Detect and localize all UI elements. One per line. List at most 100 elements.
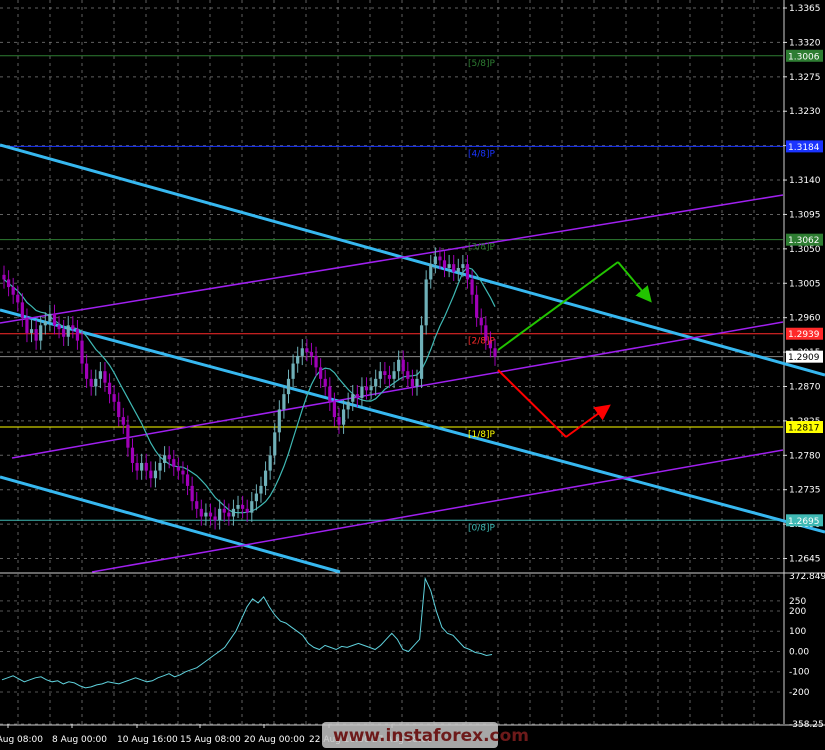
candle-body (309, 352, 314, 356)
candle-body (319, 367, 323, 379)
candle-body (415, 378, 419, 387)
price-tick-label: 1.2645 (789, 555, 821, 565)
candle-body (323, 378, 327, 387)
murrey-label: [5/8]P (468, 59, 496, 69)
candle-body (429, 264, 433, 280)
candle-body (245, 508, 249, 513)
candle-body (259, 485, 263, 494)
candle-body (241, 505, 245, 509)
cci-tick-label: -100 (789, 668, 810, 678)
murrey-label: [0/8]P (468, 523, 496, 533)
candle-body (452, 264, 456, 272)
candle-body (433, 256, 437, 265)
murrey-label: [3/8]P (468, 243, 496, 253)
candle-body (117, 401, 121, 418)
price-marker-label: 1.3184 (788, 143, 820, 153)
candle-body (456, 267, 460, 272)
candle-body (286, 378, 291, 395)
candle-body (222, 508, 226, 513)
cci-tick-label: 0.00 (789, 647, 809, 657)
candle-body (273, 432, 277, 456)
candle-body (103, 371, 107, 383)
time-tick-label: 15 Aug 08:00 (180, 735, 241, 745)
candle-body (112, 394, 116, 402)
candle-body (135, 462, 139, 471)
candle-body (2, 274, 6, 280)
candle-body (20, 302, 24, 318)
candle-body (360, 386, 364, 398)
candle-body (199, 508, 203, 517)
candle-body (80, 340, 84, 364)
candle-body (447, 264, 451, 268)
candle-body (163, 455, 167, 463)
candle-body (140, 462, 144, 471)
candle-body (144, 462, 148, 471)
candle-body (153, 470, 158, 479)
price-tick-label: 1.3050 (789, 245, 821, 255)
candle-body (71, 325, 75, 330)
price-marker-label: 1.2909 (788, 353, 820, 363)
candle-body (475, 294, 479, 318)
candle-body (98, 371, 102, 379)
candle-body (195, 501, 199, 509)
price-tick-label: 1.3140 (789, 176, 821, 186)
price-marker-label: 1.2695 (788, 517, 820, 527)
price-tick-label: 1.2735 (789, 486, 821, 496)
cci-tick-label: 200 (789, 607, 806, 617)
candle-body (410, 378, 415, 387)
candle-body (406, 371, 410, 379)
price-tick-label: 1.3275 (789, 73, 821, 83)
candle-body (374, 378, 378, 387)
candle-body (94, 378, 98, 387)
cci-tick-label: 100 (789, 627, 806, 637)
time-tick-label: 10 Aug 16:00 (117, 735, 178, 745)
candle-body (479, 317, 483, 326)
candle-body (167, 455, 171, 460)
cci-tick-label: -200 (789, 688, 810, 698)
candle-body (493, 348, 497, 357)
candle-body (337, 417, 341, 425)
candle-body (204, 512, 208, 517)
candle-body (346, 401, 350, 410)
candle-body (328, 386, 332, 402)
candle-body (149, 470, 153, 479)
candle-body (305, 348, 309, 353)
candle-body (66, 325, 70, 337)
candle-body (401, 359, 405, 372)
candle-body (442, 260, 447, 268)
candle-body (369, 386, 373, 391)
candle-body (263, 470, 268, 486)
murrey-label: [1/8]P (468, 430, 496, 440)
candle-body (364, 386, 369, 391)
candle-body (231, 508, 236, 517)
time-tick-label: 8 Aug 00:00 (52, 735, 107, 745)
candle-body (277, 409, 281, 433)
candle-body (465, 264, 470, 280)
candle-body (314, 355, 318, 368)
candle-body (107, 382, 112, 395)
candle-body (52, 313, 57, 326)
candle-body (121, 417, 125, 425)
price-tick-label: 1.3365 (789, 4, 821, 14)
price-marker-label: 1.3062 (788, 236, 820, 246)
candle-body (332, 401, 336, 418)
candle-body (158, 462, 162, 471)
candle-body (57, 325, 61, 330)
cci-tick-label: 372.8496 (789, 572, 825, 582)
candle-body (461, 264, 465, 268)
price-tick-label: 1.3095 (789, 210, 821, 220)
candle-body (185, 474, 190, 486)
price-marker-label: 1.3006 (788, 52, 820, 62)
candle-body (6, 279, 11, 288)
candle-body (84, 363, 89, 379)
candle-body (392, 371, 396, 379)
candle-body (397, 359, 401, 372)
candle-body (419, 325, 424, 379)
candle-body (387, 375, 392, 379)
price-tick-label: 1.2780 (789, 451, 821, 461)
candle-body (470, 279, 474, 295)
candle-body (126, 424, 130, 448)
candle-body (11, 287, 15, 295)
candle-body (62, 329, 66, 337)
candle-body (341, 409, 346, 425)
